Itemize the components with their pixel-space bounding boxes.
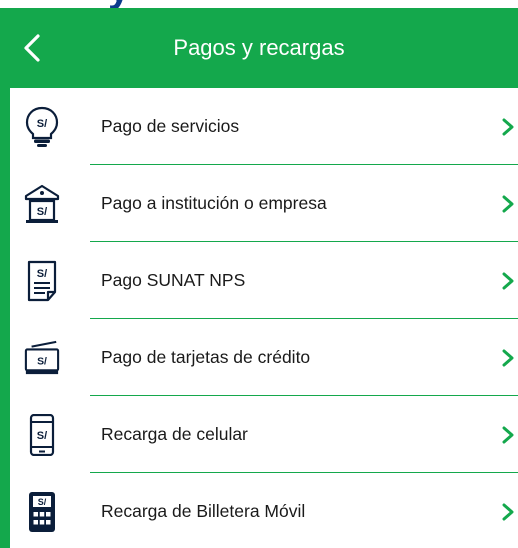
currency-symbol: S/ xyxy=(37,430,47,442)
menu-item-pago-servicios[interactable]: S/ Pago de servicios xyxy=(10,88,518,165)
currency-symbol: S/ xyxy=(38,497,47,507)
chevron-right-icon xyxy=(502,118,514,135)
menu-item-recarga-billetera[interactable]: S/ Recarga de Billetera Móvil xyxy=(10,473,518,548)
menu-item-pago-tarjetas[interactable]: S/ Pago de tarjetas de crédito xyxy=(10,319,518,396)
institution-icon: S/ xyxy=(24,183,60,225)
previous-screen-title-fragment: y xyxy=(108,0,130,8)
menu-item-label: Pago de tarjetas de crédito xyxy=(101,347,311,367)
menu-item-pago-sunat[interactable]: S/ Pago SUNAT NPS xyxy=(10,242,518,319)
chevron-right-icon xyxy=(502,503,514,520)
app-header: Pagos y recargas xyxy=(0,8,518,88)
currency-symbol: S/ xyxy=(37,118,47,130)
menu-item-recarga-celular[interactable]: S/ Recarga de celular xyxy=(10,396,518,473)
top-strip: y xyxy=(0,0,518,8)
document-icon: S/ xyxy=(24,260,60,302)
menu-item-pago-institucion[interactable]: S/ Pago a institución o empresa xyxy=(10,165,518,242)
page-title: Pagos y recargas xyxy=(173,35,345,60)
payments-menu: S/ Pago de servicios S/ Pago a instituci… xyxy=(10,88,518,548)
menu-item-label: Pago de servicios xyxy=(101,116,240,136)
chevron-right-icon xyxy=(502,349,514,366)
left-accent-bar xyxy=(0,88,10,548)
menu-item-label: Recarga de celular xyxy=(101,424,248,444)
menu-item-label: Recarga de Billetera Móvil xyxy=(101,501,306,521)
chevron-right-icon xyxy=(502,195,514,212)
currency-symbol: S/ xyxy=(37,206,47,218)
menu-item-label: Pago a institución o empresa xyxy=(101,193,327,213)
currency-symbol: S/ xyxy=(37,356,47,367)
menu-item-label: Pago SUNAT NPS xyxy=(101,270,246,290)
credit-card-icon: S/ xyxy=(24,337,60,379)
chevron-right-icon xyxy=(502,272,514,289)
bulb-icon: S/ xyxy=(24,106,60,148)
chevron-right-icon xyxy=(502,426,514,443)
phone-icon: S/ xyxy=(24,413,60,456)
wallet-calculator-icon: S/ xyxy=(24,491,60,533)
currency-symbol: S/ xyxy=(37,268,47,280)
